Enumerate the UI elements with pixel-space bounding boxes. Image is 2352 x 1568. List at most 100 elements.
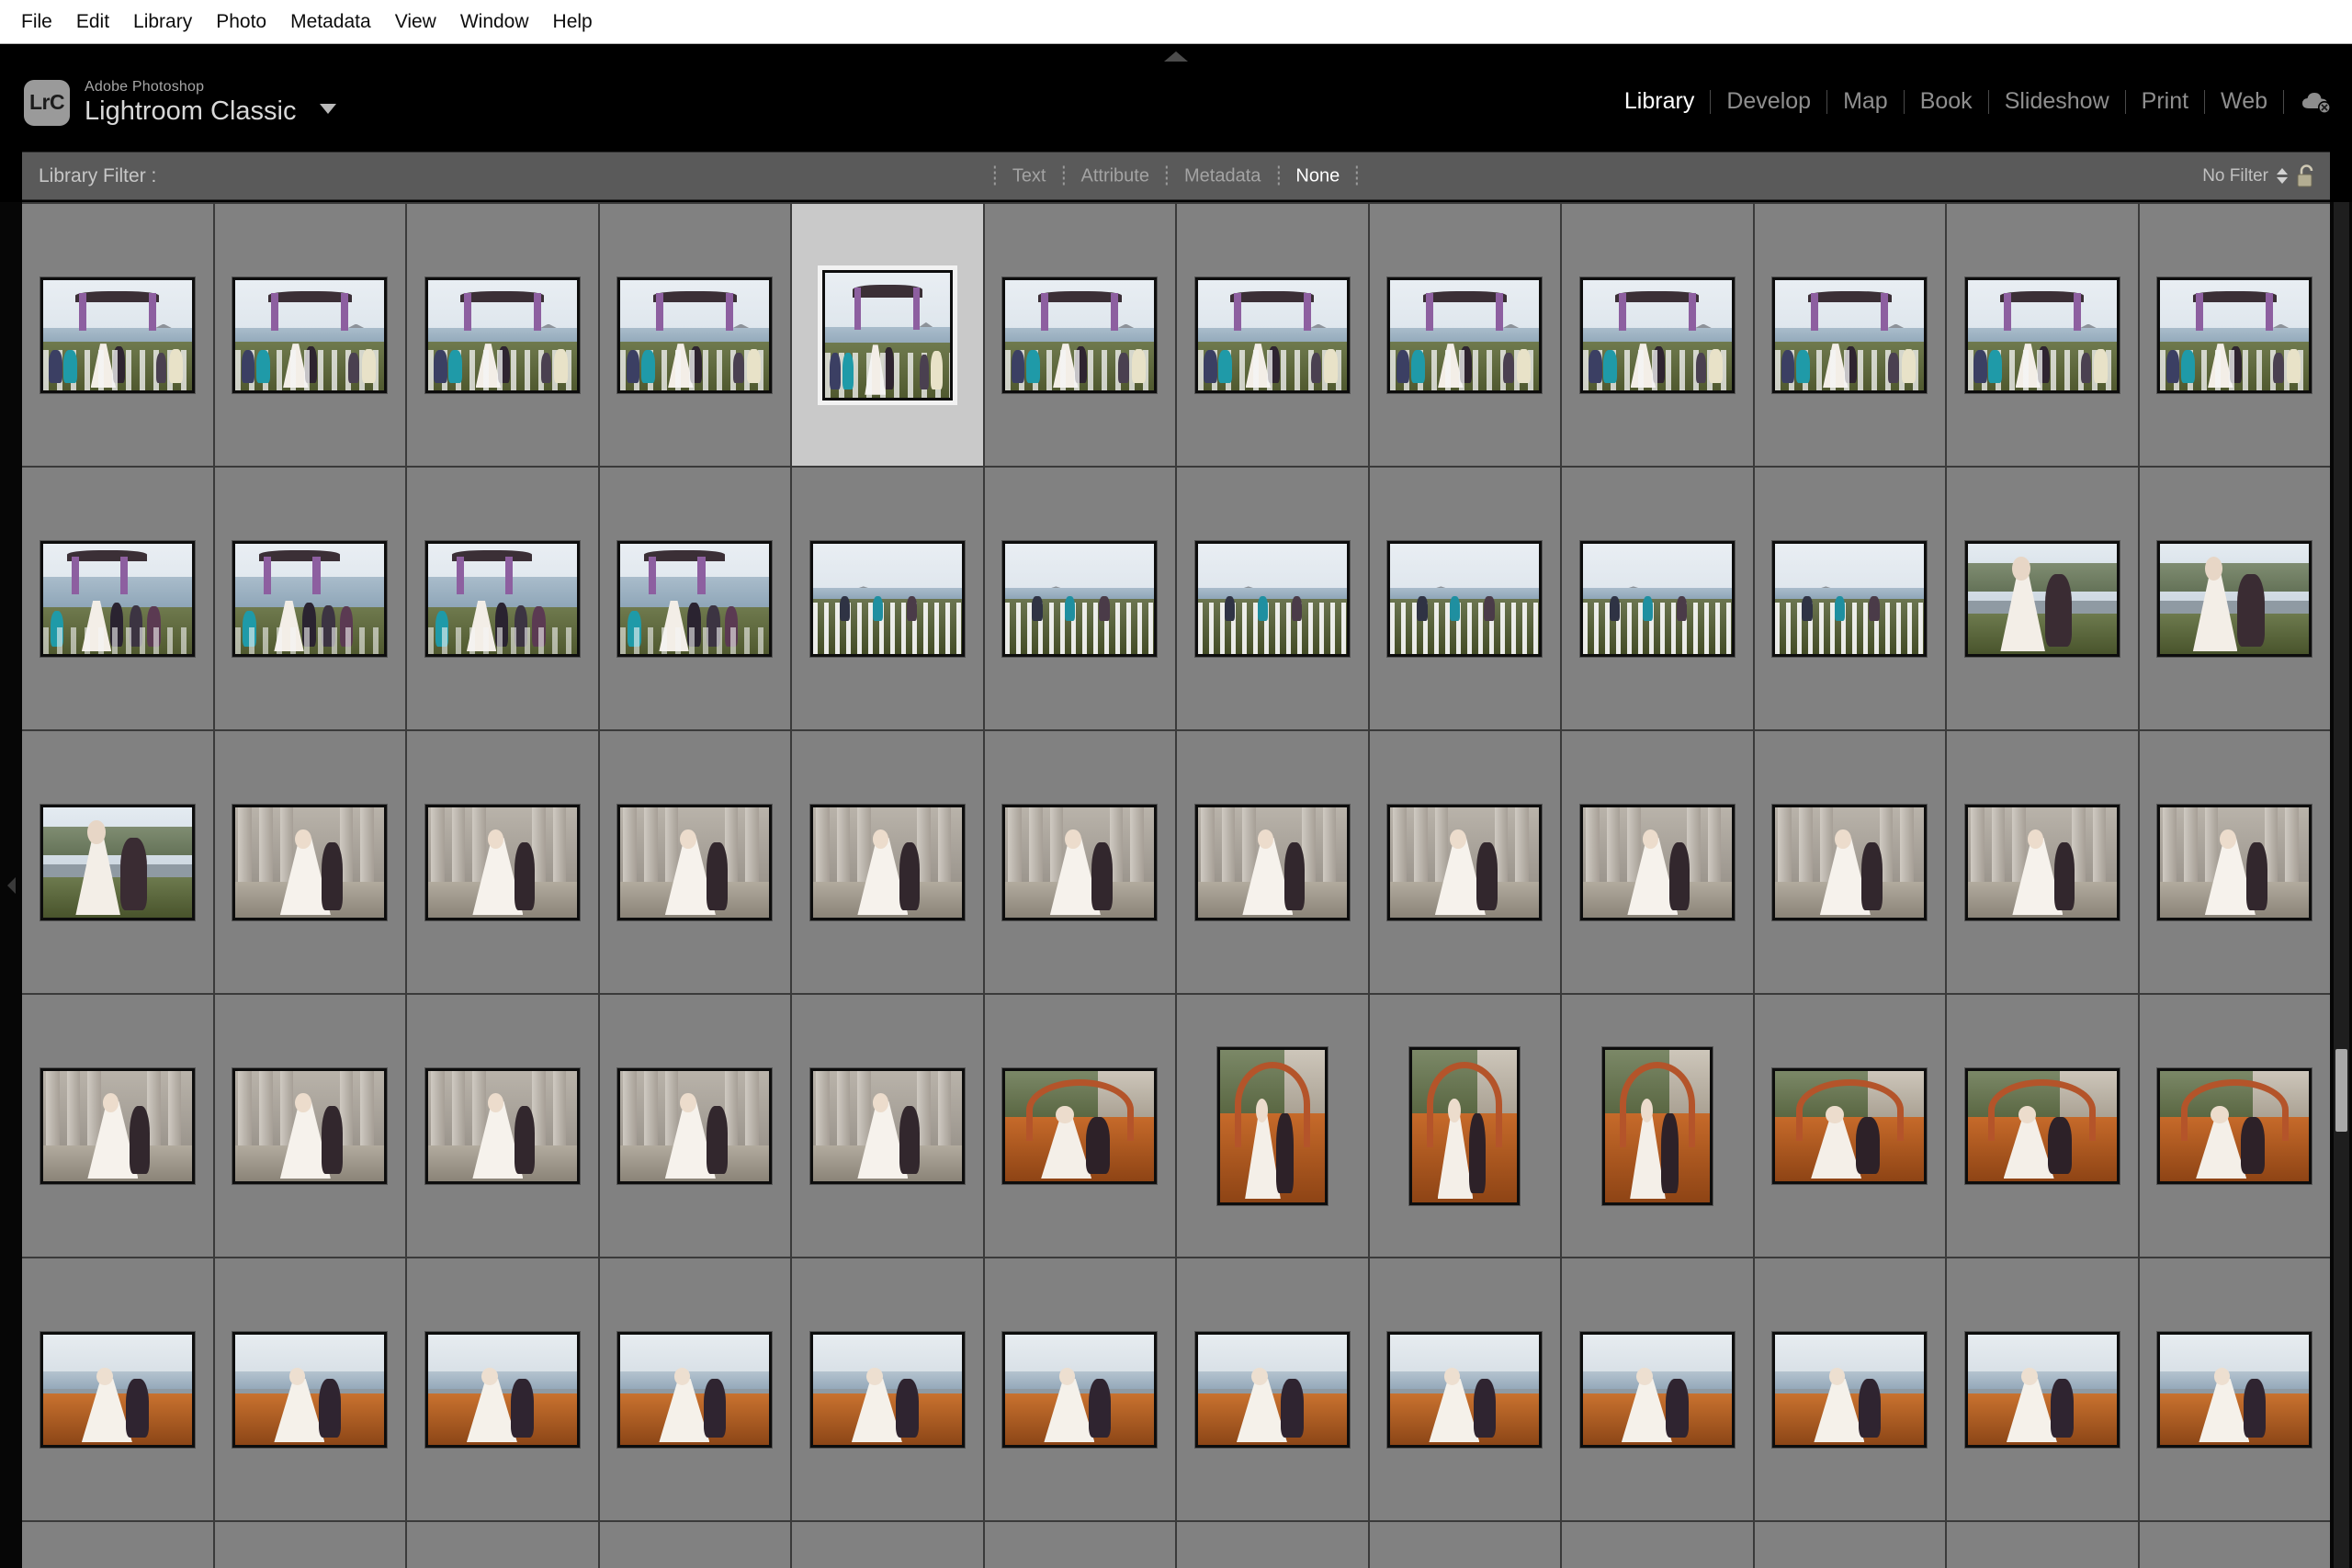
thumbnail[interactable] — [424, 1331, 580, 1448]
grid-cell[interactable] — [22, 1258, 213, 1520]
thumbnail[interactable] — [40, 1067, 195, 1184]
thumbnail[interactable] — [2157, 1067, 2312, 1184]
thumbnail[interactable] — [232, 804, 388, 920]
grid-cell[interactable] — [1754, 468, 1945, 729]
scrollbar-thumb[interactable] — [2335, 1048, 2347, 1132]
grid-cell[interactable] — [792, 204, 983, 466]
grid-cell[interactable] — [1947, 204, 2138, 466]
grid-cell[interactable] — [984, 731, 1175, 993]
grid-cell[interactable] — [22, 468, 213, 729]
grid-cell[interactable] — [984, 1522, 1175, 1568]
grid-cell[interactable] — [2139, 731, 2330, 993]
thumbnail[interactable] — [809, 1067, 965, 1184]
thumbnail[interactable] — [40, 276, 195, 393]
chevron-down-icon[interactable] — [320, 104, 337, 114]
menu-item-photo[interactable]: Photo — [204, 8, 278, 35]
grid-cell[interactable] — [1754, 1258, 1945, 1520]
thumbnail[interactable] — [809, 1331, 965, 1448]
filter-option-metadata[interactable]: Metadata — [1171, 165, 1273, 186]
thumbnail[interactable] — [1387, 804, 1543, 920]
grid-cell[interactable] — [2139, 995, 2330, 1257]
right-panel-toggle[interactable] — [2330, 202, 2352, 1568]
menu-item-library[interactable]: Library — [121, 8, 204, 35]
thumbnail[interactable] — [617, 276, 773, 393]
grid-cell[interactable] — [984, 1258, 1175, 1520]
module-book[interactable]: Book — [1905, 90, 1988, 113]
thumbnail[interactable] — [2157, 276, 2312, 393]
thumbnail[interactable] — [1772, 804, 1928, 920]
thumbnail[interactable] — [1772, 1067, 1928, 1184]
grid-vertical-scrollbar[interactable] — [2334, 202, 2349, 1568]
grid-cell[interactable] — [214, 204, 405, 466]
grid-cell[interactable] — [1369, 1522, 1560, 1568]
grid-cell[interactable] — [792, 1258, 983, 1520]
module-slideshow[interactable]: Slideshow — [1989, 90, 2125, 113]
grid-cell[interactable] — [214, 1522, 405, 1568]
thumbnail[interactable] — [1964, 276, 2120, 393]
thumbnail[interactable] — [2157, 804, 2312, 920]
thumbnail[interactable] — [1194, 1331, 1350, 1448]
thumbnail[interactable] — [617, 1331, 773, 1448]
grid-cell[interactable] — [1562, 1258, 1753, 1520]
grid-cell[interactable] — [1369, 731, 1560, 993]
thumbnail[interactable] — [1964, 1067, 2120, 1184]
thumbnail[interactable] — [1579, 804, 1735, 920]
grid-cell[interactable] — [1947, 995, 2138, 1257]
thumbnail[interactable] — [1964, 804, 2120, 920]
thumbnail[interactable] — [617, 540, 773, 657]
grid-cell[interactable] — [1177, 204, 1368, 466]
thumbnail[interactable] — [1194, 276, 1350, 393]
module-library[interactable]: Library — [1609, 90, 1710, 113]
grid-cell[interactable] — [2139, 204, 2330, 466]
thumbnail[interactable] — [1002, 804, 1158, 920]
grid-cell[interactable] — [2139, 1258, 2330, 1520]
grid-cell[interactable] — [792, 731, 983, 993]
thumbnail[interactable] — [1387, 540, 1543, 657]
grid-cell[interactable] — [1754, 1522, 1945, 1568]
menu-item-metadata[interactable]: Metadata — [278, 8, 383, 35]
grid-cell[interactable] — [407, 204, 598, 466]
grid-cell[interactable] — [22, 1522, 213, 1568]
grid-cell[interactable] — [984, 204, 1175, 466]
grid-cell[interactable] — [1369, 995, 1560, 1257]
grid-cell[interactable] — [984, 468, 1175, 729]
grid-cell[interactable] — [1754, 204, 1945, 466]
thumbnail[interactable] — [817, 265, 957, 405]
module-web[interactable]: Web — [2205, 90, 2283, 113]
grid-cell[interactable] — [1947, 468, 2138, 729]
thumbnail[interactable] — [1409, 1046, 1521, 1205]
menu-item-window[interactable]: Window — [448, 8, 541, 35]
grid-cell[interactable] — [22, 204, 213, 466]
grid-cell[interactable] — [599, 995, 790, 1257]
menu-item-help[interactable]: Help — [541, 8, 605, 35]
grid-cell[interactable] — [599, 1258, 790, 1520]
grid-cell[interactable] — [1562, 1522, 1753, 1568]
grid-cell[interactable] — [1177, 731, 1368, 993]
thumbnail[interactable] — [617, 1067, 773, 1184]
thumbnail[interactable] — [2157, 1331, 2312, 1448]
thumbnail[interactable] — [1387, 1331, 1543, 1448]
thumbnail[interactable] — [424, 804, 580, 920]
thumbnail[interactable] — [1002, 540, 1158, 657]
grid-cell[interactable] — [214, 468, 405, 729]
grid-cell[interactable] — [1369, 1258, 1560, 1520]
padlock-open-icon[interactable] — [2296, 164, 2317, 189]
thumbnail[interactable] — [1601, 1046, 1713, 1205]
thumbnail[interactable] — [1194, 540, 1350, 657]
filter-option-none[interactable]: None — [1283, 165, 1352, 186]
grid-cell[interactable] — [22, 731, 213, 993]
thumbnail[interactable] — [1964, 540, 2120, 657]
grid-cell[interactable] — [792, 468, 983, 729]
grid-cell[interactable] — [1562, 468, 1753, 729]
thumbnail[interactable] — [1772, 540, 1928, 657]
module-map[interactable]: Map — [1827, 90, 1904, 113]
cloud-sync-disabled-icon[interactable] — [2301, 90, 2332, 114]
grid-cell[interactable] — [407, 995, 598, 1257]
grid-cell[interactable] — [1369, 204, 1560, 466]
menu-item-view[interactable]: View — [383, 8, 448, 35]
filter-preset-stepper-icon[interactable] — [2277, 168, 2288, 184]
grid-cell[interactable] — [1754, 731, 1945, 993]
thumbnail[interactable] — [424, 1067, 580, 1184]
thumbnail[interactable] — [1579, 276, 1735, 393]
grid-cell[interactable] — [2139, 468, 2330, 729]
